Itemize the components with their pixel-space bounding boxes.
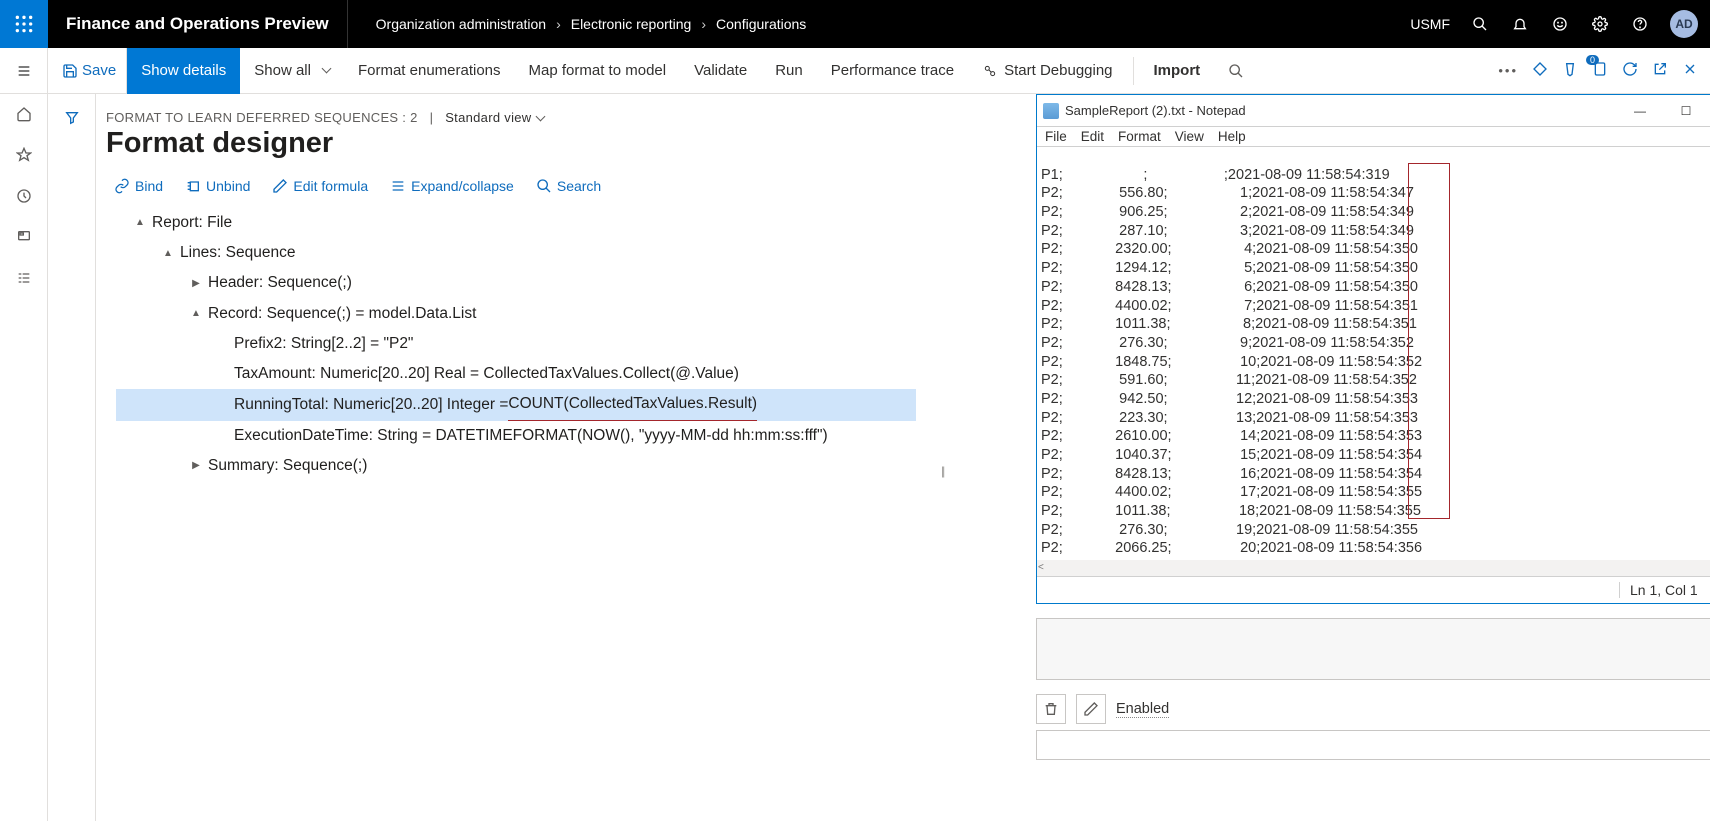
office-icon[interactable] [1562, 61, 1578, 80]
format-enumerations-button[interactable]: Format enumerations [344, 48, 515, 94]
hamburger-icon[interactable] [0, 48, 48, 94]
save-button[interactable]: Save [48, 48, 127, 94]
chevron-right-icon: › [701, 16, 706, 32]
more-icon[interactable]: ••• [1498, 63, 1518, 78]
tree-node-summary[interactable]: ▶Summary: Sequence(;) [116, 451, 916, 481]
modules-icon[interactable] [16, 270, 32, 289]
unbind-button[interactable]: Unbind [185, 178, 250, 194]
show-all-dropdown[interactable]: Show all [240, 48, 344, 94]
smiley-icon[interactable] [1550, 14, 1570, 34]
save-label: Save [82, 62, 116, 79]
delete-button[interactable] [1036, 694, 1066, 724]
diamond-icon[interactable] [1532, 61, 1548, 80]
bind-button[interactable]: Bind [114, 178, 163, 194]
help-icon[interactable] [1630, 14, 1650, 34]
bell-icon[interactable] [1510, 14, 1530, 34]
gear-icon[interactable] [1590, 14, 1610, 34]
tree-node-record[interactable]: ▲Record: Sequence(;) = model.Data.List [116, 299, 916, 329]
tree-node-report[interactable]: ▲Report: File [116, 208, 916, 238]
tree-node-runningtotal[interactable]: RunningTotal: Numeric[20..20] Integer = … [116, 389, 916, 420]
funnel-icon[interactable] [64, 110, 80, 821]
format-tree: ▲Report: File ▲Lines: Sequence ▶Header: … [106, 208, 916, 481]
workspace-icon[interactable] [16, 229, 32, 248]
validate-button[interactable]: Validate [680, 48, 761, 94]
breadcrumb-item[interactable]: Organization administration [376, 16, 546, 32]
tree-node-execdatetime[interactable]: ExecutionDateTime: String = DATETIMEFORM… [116, 421, 916, 451]
minimize-icon[interactable]: — [1617, 95, 1663, 127]
find-button[interactable] [1214, 48, 1258, 94]
app-title: Finance and Operations Preview [48, 0, 348, 48]
company-code[interactable]: USMF [1410, 16, 1450, 32]
menu-help[interactable]: Help [1218, 129, 1246, 144]
drag-handle-icon[interactable]: || [941, 464, 943, 478]
menu-edit[interactable]: Edit [1081, 129, 1104, 144]
home-icon[interactable] [16, 106, 32, 125]
edit-formula-button[interactable]: Edit formula [272, 178, 368, 194]
page-breadcrumb: FORMAT TO LEARN DEFERRED SEQUENCES : 2 [106, 110, 418, 125]
details-panel [1036, 618, 1710, 680]
notepad-window: SampleReport (2).txt - Notepad — ☐ ✕ Fil… [1036, 94, 1710, 604]
search-button[interactable]: Search [536, 178, 601, 194]
tree-node-header[interactable]: ▶Header: Sequence(;) [116, 268, 916, 298]
attachments-icon[interactable]: 0 [1592, 61, 1608, 80]
notepad-title: SampleReport (2).txt - Notepad [1065, 103, 1246, 118]
expand-collapse-button[interactable]: Expand/collapse [390, 178, 514, 194]
tree-node-taxamount[interactable]: TaxAmount: Numeric[20..20] Real = Collec… [116, 359, 916, 389]
notepad-content[interactable]: P1; ; ;2021-08-09 11:58:54:319 P2; 556.8… [1037, 147, 1710, 577]
notepad-statusbar: Ln 1, Col 1 [1037, 577, 1710, 603]
menu-file[interactable]: File [1045, 129, 1067, 144]
debug-label: Start Debugging [1004, 62, 1112, 79]
show-details-button[interactable]: Show details [127, 48, 240, 94]
separator: | [430, 110, 434, 125]
chevron-right-icon: › [556, 16, 561, 32]
menu-format[interactable]: Format [1118, 129, 1161, 144]
expand-icon[interactable]: ▶ [188, 456, 204, 476]
breadcrumb-item[interactable]: Electronic reporting [571, 16, 692, 32]
map-format-button[interactable]: Map format to model [515, 48, 681, 94]
close-icon[interactable] [1682, 61, 1698, 80]
collapse-icon[interactable]: ▲ [132, 213, 148, 233]
notepad-icon [1043, 103, 1059, 119]
highlight-annotation [1408, 163, 1450, 519]
import-button[interactable]: Import [1140, 48, 1215, 94]
menu-view[interactable]: View [1175, 129, 1204, 144]
enabled-input[interactable] [1036, 730, 1710, 760]
tree-node-lines[interactable]: ▲Lines: Sequence [116, 238, 916, 268]
breadcrumb-item[interactable]: Configurations [716, 16, 806, 32]
horizontal-scrollbar[interactable]: <> [1037, 560, 1710, 576]
recent-icon[interactable] [16, 188, 32, 207]
notepad-titlebar[interactable]: SampleReport (2).txt - Notepad — ☐ ✕ [1037, 95, 1710, 127]
run-button[interactable]: Run [761, 48, 817, 94]
popout-icon[interactable] [1652, 61, 1668, 80]
breadcrumb-nav: Organization administration › Electronic… [348, 16, 807, 32]
collapse-icon[interactable]: ▲ [160, 244, 176, 264]
start-debugging-button[interactable]: Start Debugging [968, 48, 1126, 94]
cursor-position: Ln 1, Col 1 [1619, 582, 1698, 598]
view-selector[interactable]: Standard view [445, 110, 544, 125]
edit-button[interactable] [1076, 694, 1106, 724]
enabled-label: Enabled [1116, 701, 1169, 718]
collapse-icon[interactable]: ▲ [188, 304, 204, 324]
refresh-icon[interactable] [1622, 61, 1638, 80]
performance-trace-button[interactable]: Performance trace [817, 48, 968, 94]
avatar[interactable]: AD [1670, 10, 1698, 38]
search-icon[interactable] [1470, 14, 1490, 34]
maximize-icon[interactable]: ☐ [1663, 95, 1709, 127]
expand-icon[interactable]: ▶ [188, 274, 204, 294]
app-launcher-icon[interactable] [0, 0, 48, 48]
star-icon[interactable] [16, 147, 32, 166]
tree-node-prefix2[interactable]: Prefix2: String[2..2] = "P2" [116, 329, 916, 359]
